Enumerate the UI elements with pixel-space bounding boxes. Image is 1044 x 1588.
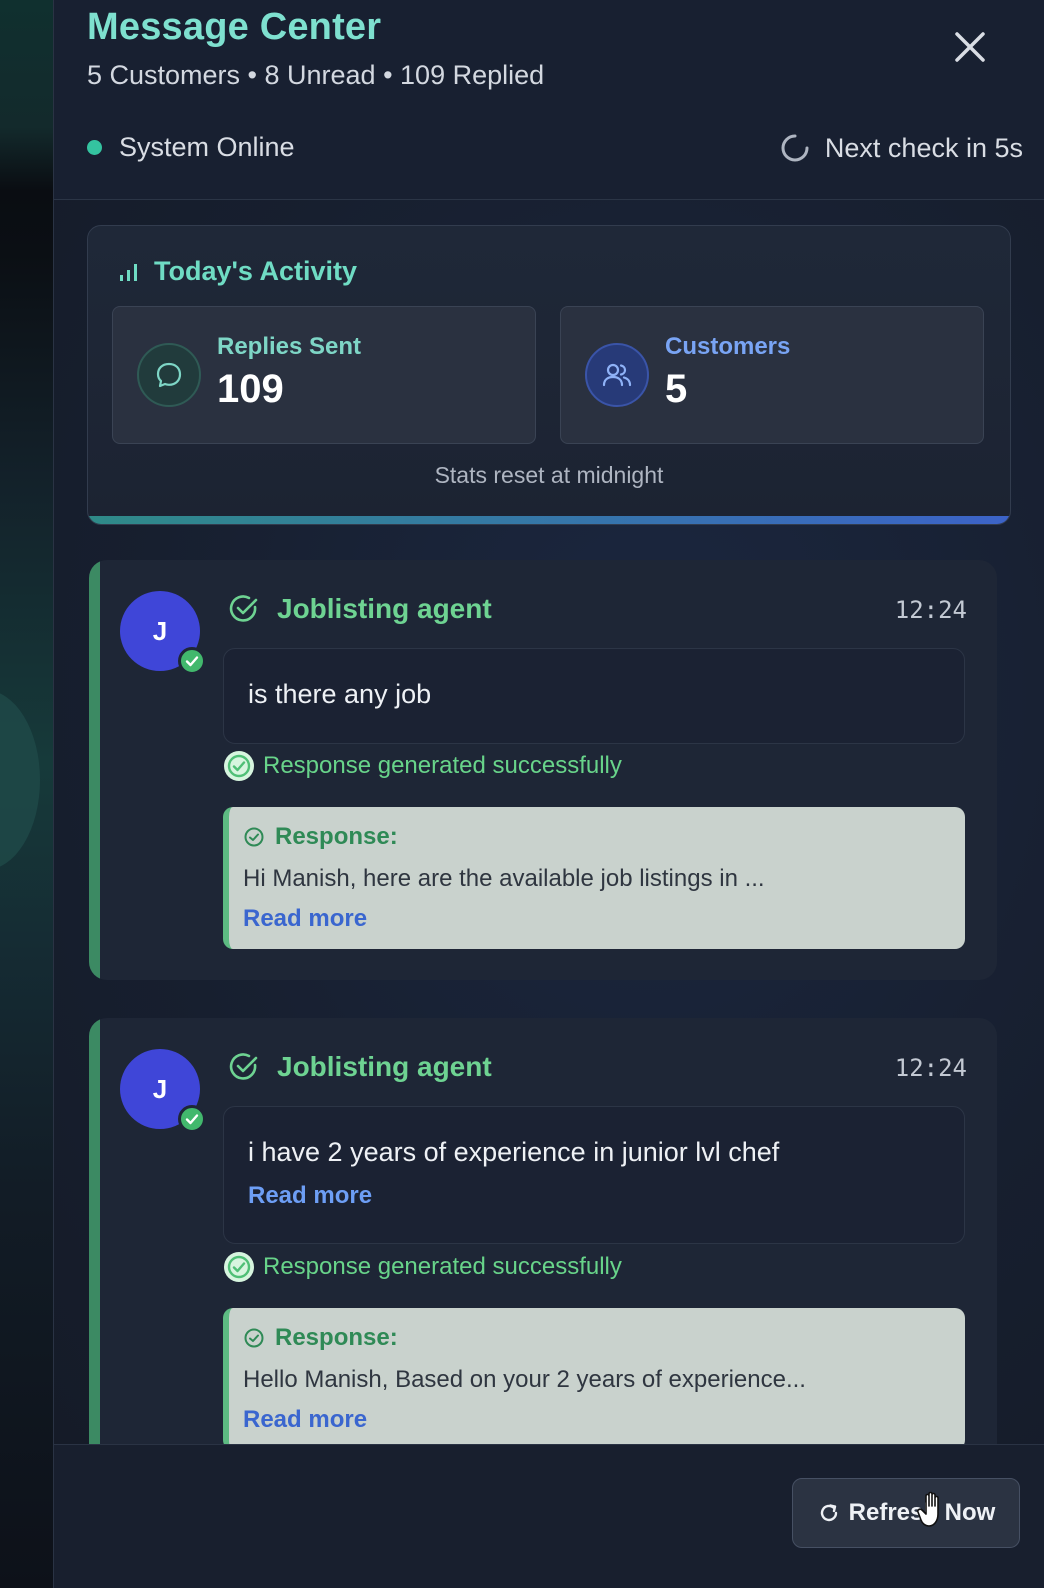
sender-name: Joblisting agent <box>227 592 492 626</box>
response-read-more-link[interactable]: Read more <box>243 1406 965 1434</box>
status-text: System Online <box>119 132 295 162</box>
response-preview: Response: Hello Manish, Based on your 2 … <box>223 1308 965 1444</box>
response-text: Hello Manish, Based on your 2 years of e… <box>243 1366 806 1393</box>
sender-name: Joblisting agent <box>227 1050 492 1084</box>
response-label: Response: <box>243 823 965 851</box>
bar-chart-icon <box>120 263 137 281</box>
success-check-icon <box>224 751 254 781</box>
activity-title: Today's Activity <box>118 256 357 287</box>
message-accent-bar <box>89 1018 100 1444</box>
customer-message-text: i have 2 years of experience in junior l… <box>248 1137 780 1167</box>
response-status: Response generated successfully <box>223 1251 622 1283</box>
customer-message-bubble: is there any job <box>223 648 965 744</box>
check-circle-icon <box>229 1053 258 1080</box>
next-check-text: Next check in 5s <box>824 132 1023 163</box>
summary-counts: 5 Customers • 8 Unread • 109 Replied <box>87 60 545 90</box>
todays-activity-card: Today's Activity Replies Sent 109 Custom… <box>87 225 1011 525</box>
avatar-initial: J <box>152 1073 168 1104</box>
message-list-scroll-area[interactable]: Today's Activity Replies Sent 109 Custom… <box>54 200 1044 1444</box>
response-read-more-link[interactable]: Read more <box>243 905 965 933</box>
close-button[interactable] <box>949 26 991 68</box>
verified-badge-icon <box>178 647 206 675</box>
response-preview: Response: Hi Manish, here are the availa… <box>223 807 965 949</box>
response-status: Response generated successfully <box>223 750 622 782</box>
hand-cursor-icon <box>917 1491 939 1527</box>
stat-customers: Customers 5 <box>560 306 984 444</box>
background-blob <box>0 690 40 870</box>
message-center-panel: Message Center 5 Customers • 8 Unread • … <box>53 0 1044 1588</box>
stat-label: Replies Sent <box>217 333 362 360</box>
panel-header: Message Center 5 Customers • 8 Unread • … <box>54 0 1044 200</box>
stat-value: 109 <box>217 367 284 411</box>
customer-message-bubble: i have 2 years of experience in junior l… <box>223 1106 965 1244</box>
refresh-icon <box>820 1504 837 1522</box>
online-dot-icon <box>87 140 102 155</box>
panel-footer: Refresh Now <box>54 1444 1044 1588</box>
sender-name-text: Joblisting agent <box>277 593 492 624</box>
message-time: 12:24 <box>894 1054 967 1082</box>
response-label-text: Response: <box>275 1324 398 1351</box>
refresh-now-button[interactable]: Refresh Now <box>792 1478 1020 1548</box>
avatar: J <box>120 1049 206 1133</box>
stat-value: 5 <box>665 367 688 411</box>
message-accent-bar <box>89 560 100 980</box>
message-time: 12:24 <box>894 596 967 624</box>
response-status-text: Response generated successfully <box>263 1253 622 1280</box>
message-read-more-link[interactable]: Read more <box>248 1182 940 1210</box>
avatar: J <box>120 591 206 675</box>
response-label: Response: <box>243 1324 965 1352</box>
check-circle-icon <box>244 827 264 847</box>
avatar-initial: J <box>152 615 168 646</box>
chat-bubble-icon <box>137 343 201 407</box>
close-icon <box>955 32 985 62</box>
users-icon <box>585 343 649 407</box>
response-text: Hi Manish, here are the available job li… <box>243 865 765 892</box>
response-status-text: Response generated successfully <box>263 752 622 779</box>
response-label-text: Response: <box>275 823 398 850</box>
check-circle-icon <box>229 595 258 622</box>
page-title: Message Center <box>87 6 382 48</box>
verified-badge-icon <box>178 1105 206 1133</box>
background-app-strip <box>0 0 53 1588</box>
check-circle-icon <box>244 1328 264 1348</box>
system-status: System Online <box>87 132 295 163</box>
message-card[interactable]: J Joblisting agent 12:24 is there any jo… <box>89 560 997 980</box>
stats-reset-note: Stats reset at midnight <box>434 462 664 488</box>
next-check-indicator: Next check in 5s <box>779 132 1023 164</box>
message-card[interactable]: J Joblisting agent 12:24 i have 2 years … <box>89 1018 997 1444</box>
activity-title-text: Today's Activity <box>154 256 357 286</box>
customer-message-text: is there any job <box>248 679 432 709</box>
spinner-icon <box>781 134 809 162</box>
success-check-icon <box>224 1252 254 1282</box>
sender-name-text: Joblisting agent <box>277 1051 492 1082</box>
stat-replies-sent: Replies Sent 109 <box>112 306 536 444</box>
stat-label: Customers <box>665 333 791 360</box>
activity-gradient-bar <box>88 516 1010 524</box>
